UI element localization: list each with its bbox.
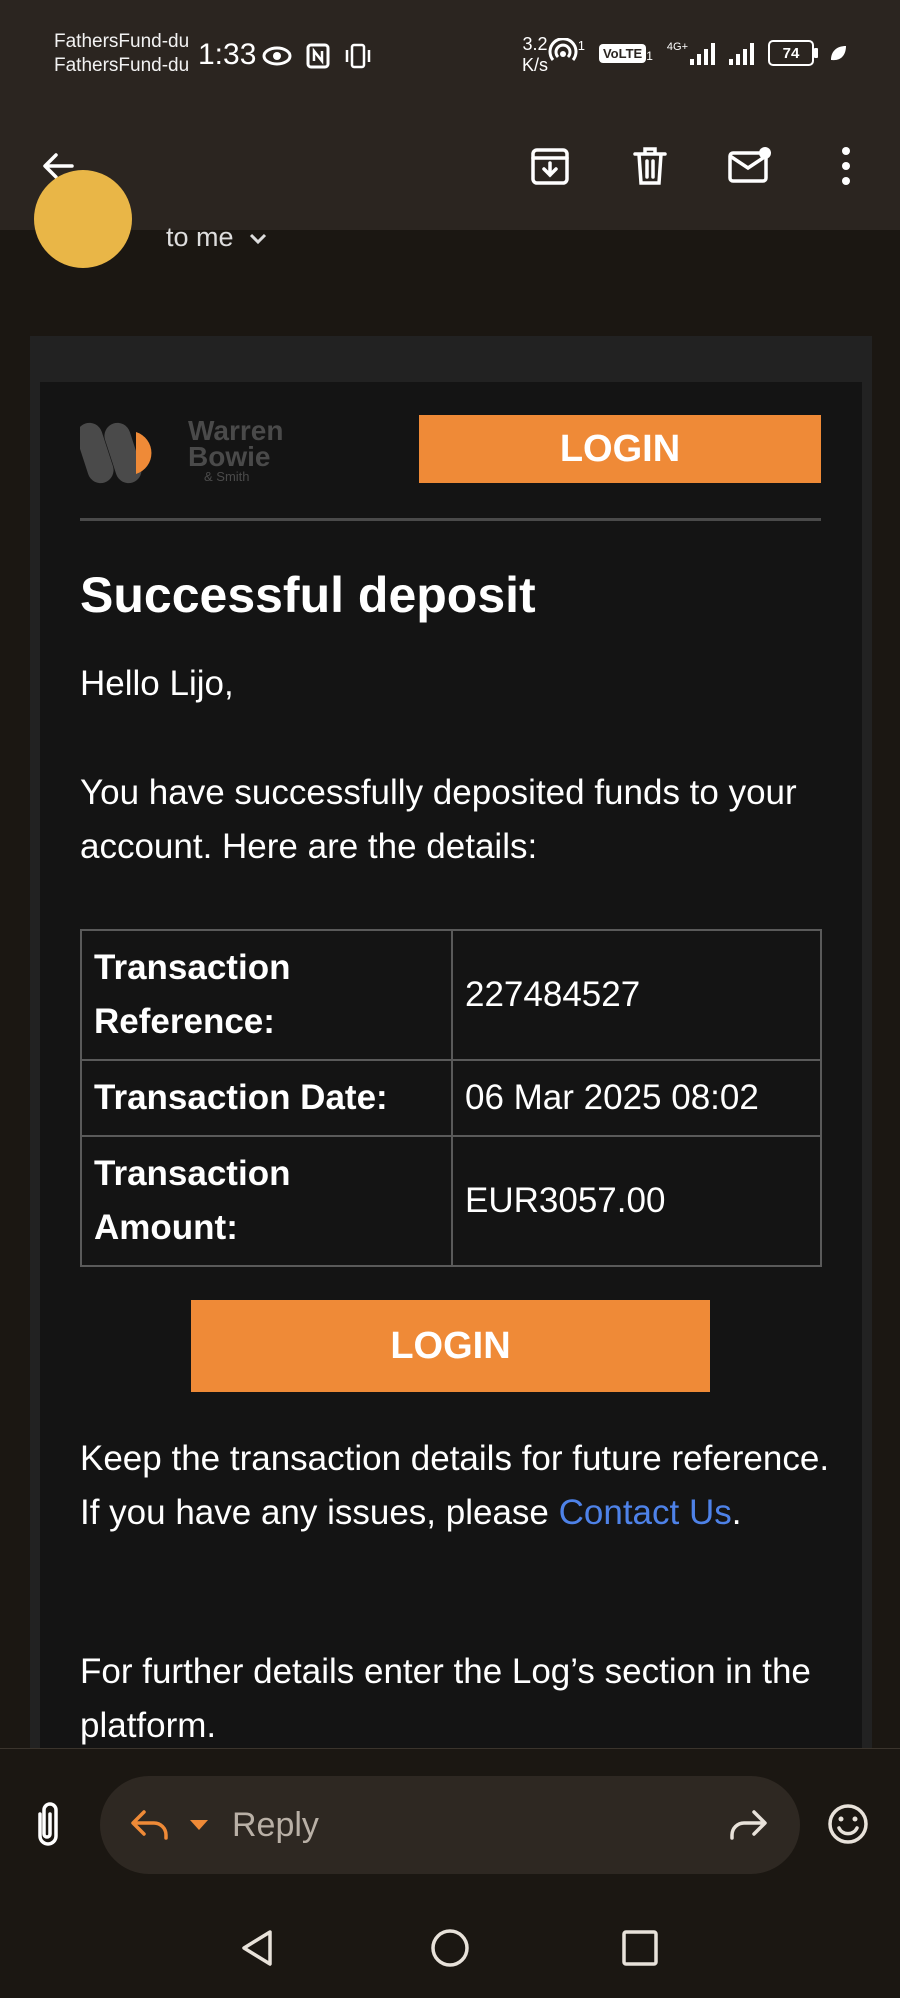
delete-button[interactable]	[622, 138, 678, 194]
hotspot-count: 1	[577, 38, 585, 53]
nav-back-button[interactable]	[236, 1926, 280, 1975]
network-speed-value: 3.2	[522, 34, 548, 54]
notification-sender: FathersFund-du	[54, 31, 190, 52]
forward-icon	[730, 1810, 767, 1840]
attachment-icon	[38, 1802, 58, 1846]
table-row: Transaction Amount: EUR3057.00	[80, 1135, 822, 1267]
leaf-icon	[831, 46, 846, 61]
recipient-details[interactable]: to me	[166, 222, 268, 253]
signal-sim2-icon	[729, 41, 754, 65]
battery-level: 74	[782, 44, 800, 62]
mark-unread-icon	[728, 147, 771, 183]
company-logo: Warren Bowie & Smith	[76, 414, 320, 486]
sender-avatar[interactable]	[34, 170, 132, 268]
recipient-label: to me	[166, 222, 234, 252]
chevron-down-icon	[248, 222, 268, 253]
more-options-button[interactable]	[818, 138, 874, 194]
archive-icon	[531, 148, 569, 185]
transaction-amount-value: EUR3057.00	[451, 1135, 822, 1267]
delete-icon	[633, 147, 667, 185]
logo-line-2: Bowie	[188, 441, 271, 472]
notification-senders: FathersFund-du FathersFund-du	[54, 30, 189, 78]
header-divider	[80, 518, 821, 521]
network-type: 4G+	[666, 41, 688, 53]
transaction-table: Transaction Reference: 227484527 Transac…	[80, 929, 822, 1267]
volte-sim: 1	[646, 48, 653, 63]
mark-unread-button[interactable]	[722, 138, 778, 194]
transaction-date-value: 06 Mar 2025 08:02	[451, 1059, 822, 1137]
transaction-date-label: Transaction Date:	[80, 1059, 453, 1137]
archive-button[interactable]	[522, 138, 578, 194]
email-heading: Successful deposit	[80, 567, 536, 623]
network-speed-unit: K/s	[522, 55, 549, 75]
reply-options-dropdown[interactable]	[188, 1818, 210, 1837]
volte-badge: VoLTE 1	[598, 43, 653, 63]
login-button[interactable]: LOGIN	[191, 1300, 710, 1392]
transaction-amount-label: Transaction Amount:	[80, 1135, 453, 1267]
table-row: Transaction Date: 06 Mar 2025 08:02	[80, 1059, 822, 1137]
caret-down-icon	[190, 1820, 208, 1830]
greeting-text: Hello Lijo,	[80, 664, 234, 703]
status-bar: FathersFund-du FathersFund-du 1:33 3.2 K…	[0, 0, 900, 110]
status-icons-right: 1 VoLTE 1 4G+ 74	[548, 38, 848, 68]
reply-placeholder: Reply	[232, 1806, 319, 1844]
eye-icon	[262, 46, 292, 66]
status-icons-left	[262, 38, 372, 70]
nfc-icon	[306, 43, 330, 69]
keep-text-end: .	[731, 1493, 742, 1532]
battery-icon: 74	[768, 40, 818, 66]
vibrate-icon	[345, 43, 370, 68]
attach-button[interactable]	[28, 1800, 68, 1853]
nav-back-icon	[242, 1930, 272, 1966]
volte-label: VoLTE	[598, 43, 647, 63]
login-button-top[interactable]: LOGIN	[419, 415, 821, 483]
notification-sender: FathersFund-du	[54, 55, 190, 76]
reply-icon	[128, 1806, 172, 1847]
transaction-reference-label: Transaction Reference:	[80, 929, 453, 1061]
contact-us-link[interactable]: Contact Us	[559, 1493, 732, 1532]
further-details-text: For further details enter the Log’s sect…	[80, 1652, 811, 1745]
network-speed: 3.2 K/s	[522, 34, 548, 76]
emoji-icon	[828, 1804, 868, 1844]
transaction-reference-value: 227484527	[451, 929, 822, 1061]
emoji-button[interactable]	[826, 1802, 870, 1851]
email-toolbar	[0, 110, 900, 230]
keep-details-text: Keep the transaction details for future …	[80, 1432, 830, 1540]
more-vert-icon	[842, 147, 850, 185]
logo-line-3: & Smith	[204, 469, 250, 484]
signal-sim1-icon: 4G+	[667, 41, 715, 65]
nav-recents-button[interactable]	[620, 1928, 660, 1973]
nav-home-icon	[431, 1929, 469, 1967]
forward-button[interactable]	[726, 1806, 770, 1847]
intro-text: You have successfully deposited funds to…	[80, 773, 797, 866]
status-time: 1:33	[198, 38, 257, 71]
nav-recents-icon	[622, 1930, 658, 1966]
table-row: Transaction Reference: 227484527	[80, 929, 822, 1061]
nav-home-button[interactable]	[428, 1926, 472, 1975]
hotspot-icon: 1	[548, 38, 585, 68]
